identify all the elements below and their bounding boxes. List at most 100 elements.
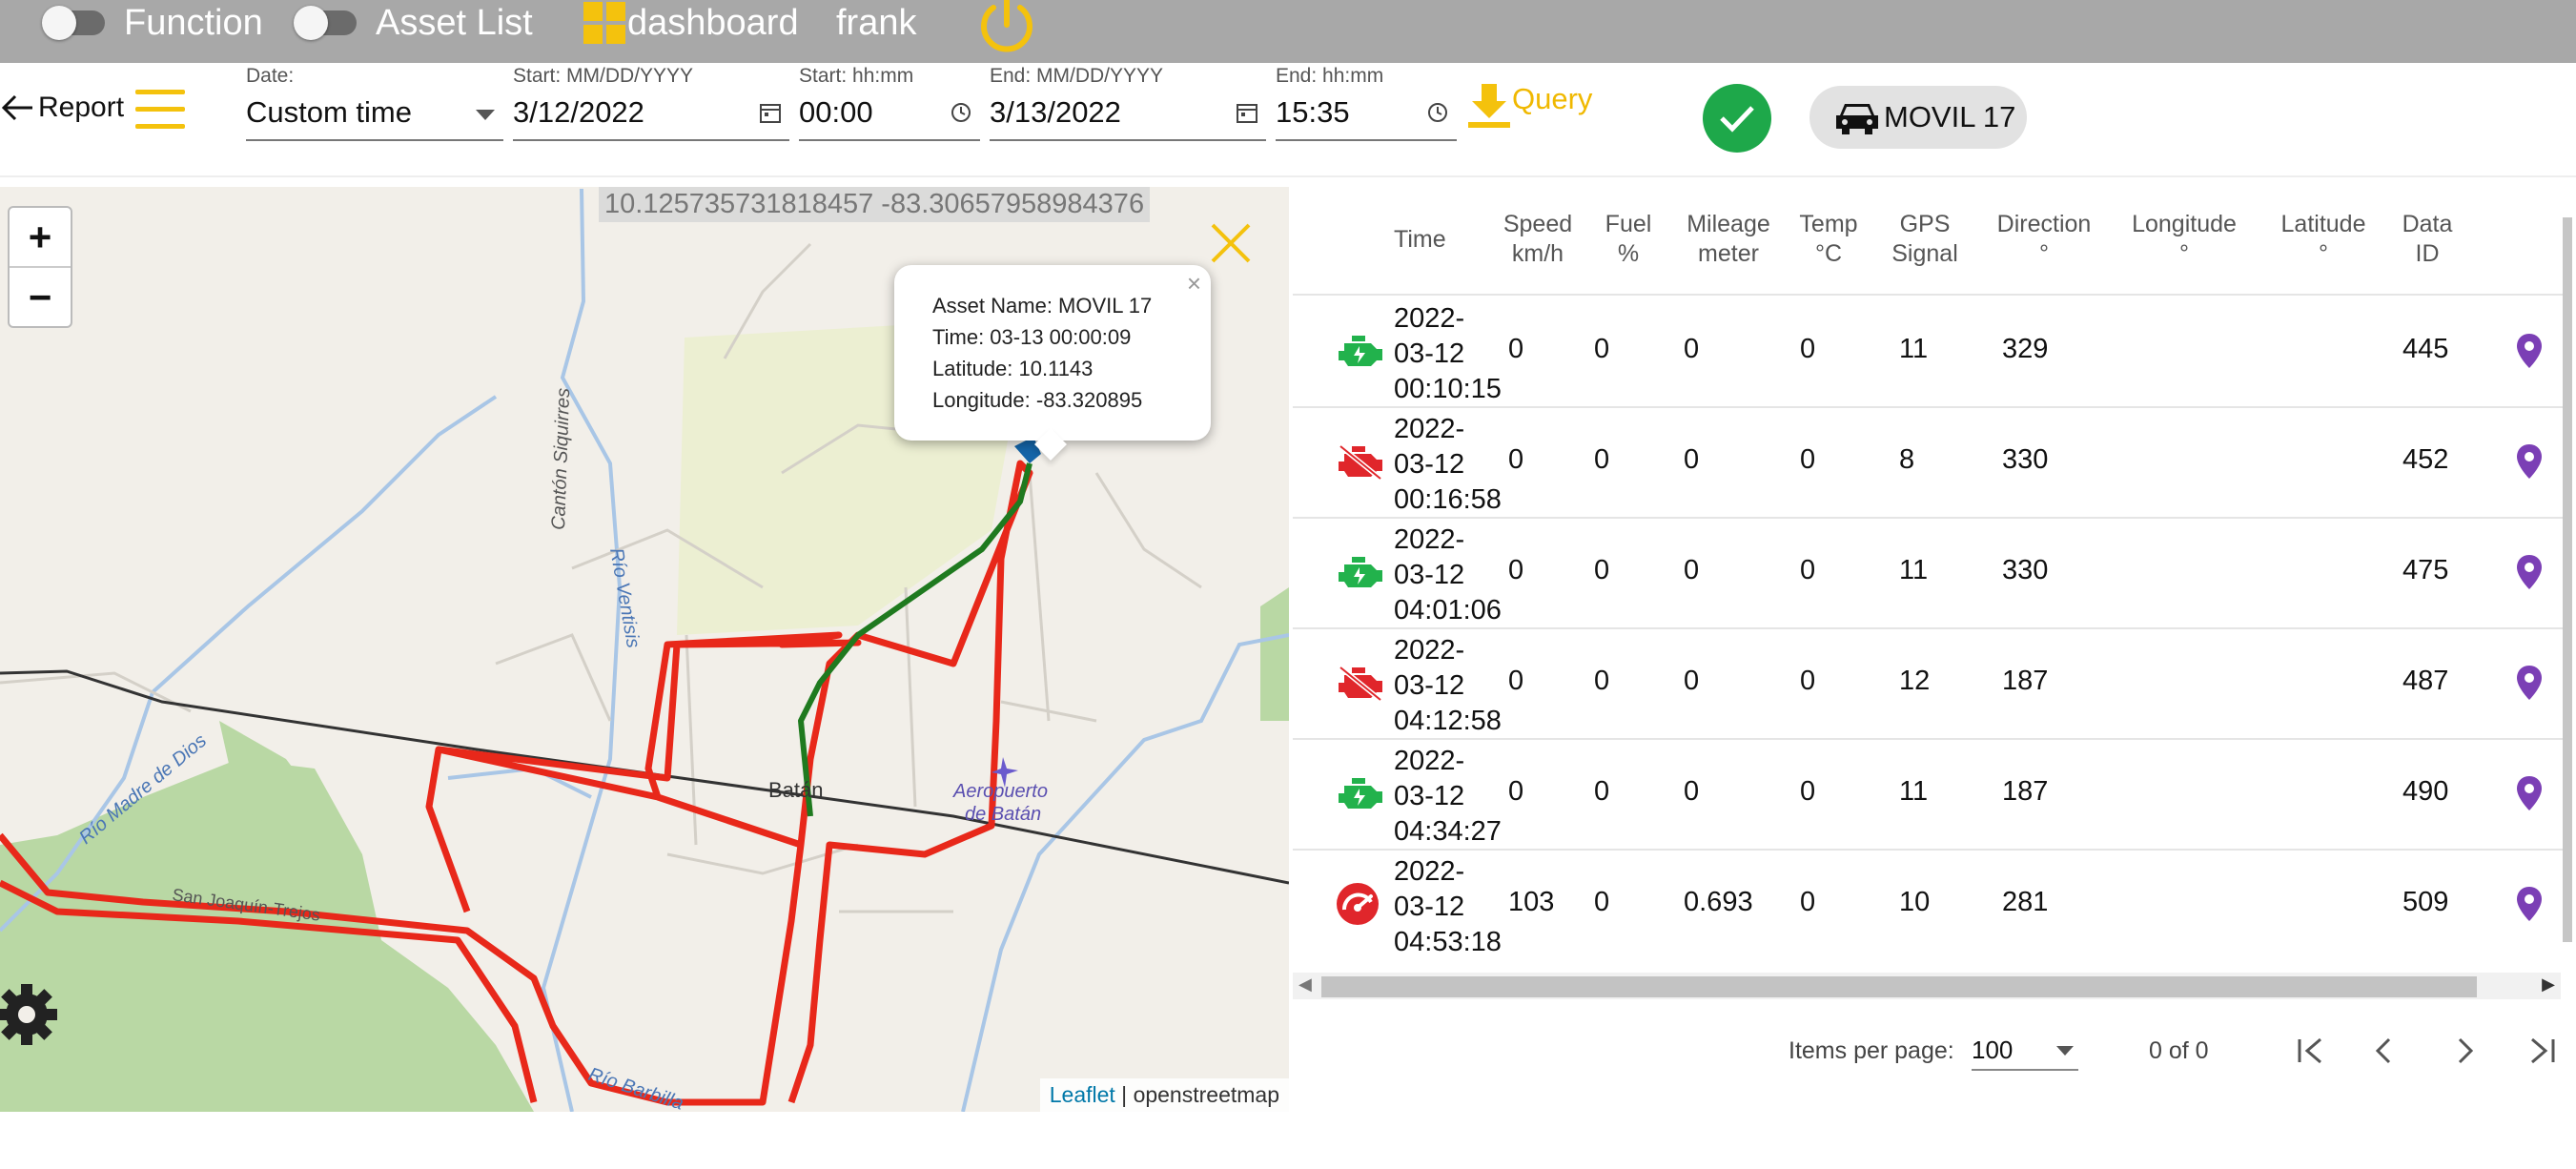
col-mileage[interactable]: Mileage meter bbox=[1676, 210, 1781, 269]
map-label-aeropuerto-2: de Batán bbox=[965, 804, 1041, 825]
scroll-right-arrow-icon[interactable]: ▶ bbox=[2542, 974, 2555, 995]
items-per-page-label: Items per page: bbox=[1789, 1037, 1954, 1064]
attribution-separator: | bbox=[1114, 1082, 1134, 1107]
first-page-icon[interactable] bbox=[2294, 1036, 2328, 1066]
col-speed[interactable]: Speed km/h bbox=[1495, 210, 1581, 269]
row-locate-button[interactable] bbox=[2515, 442, 2544, 485]
zoom-in-button[interactable]: + bbox=[10, 208, 71, 268]
map-view[interactable]: Cantón Siquirres Río Ventisis Río Madre … bbox=[0, 187, 1289, 1112]
location-pin-icon[interactable] bbox=[2515, 442, 2544, 481]
engine-off-icon bbox=[1339, 444, 1382, 481]
time-line: 03-12 bbox=[1394, 560, 1465, 590]
map-popup: × Asset Name: MOVIL 17 Time: 03-13 00:00… bbox=[894, 265, 1211, 461]
clock-icon[interactable] bbox=[1426, 101, 1449, 124]
confirm-button[interactable] bbox=[1703, 84, 1771, 153]
time-line: 04:12:58 bbox=[1394, 706, 1502, 736]
table-horizontal-scrollbar[interactable]: ◀ ▶ bbox=[1293, 973, 2561, 999]
next-page-icon[interactable] bbox=[2450, 1036, 2479, 1066]
time-line: 2022- bbox=[1394, 524, 1465, 555]
col-latitude[interactable]: Latitude ° bbox=[2271, 210, 2376, 269]
location-pin-icon[interactable] bbox=[2515, 332, 2544, 370]
cell-gps: 10 bbox=[1899, 887, 1931, 917]
cell-fuel: 0 bbox=[1594, 776, 1610, 807]
cell-direction: 330 bbox=[2002, 555, 2049, 585]
col-gps[interactable]: GPS Signal bbox=[1882, 210, 1968, 269]
time-line: 03-12 bbox=[1394, 449, 1465, 480]
cell-speed: 0 bbox=[1508, 666, 1524, 696]
table-row[interactable]: 2022- 03-12 04:34:27 0 0 0 0 11 187 490 bbox=[1293, 738, 2570, 851]
power-icon[interactable] bbox=[971, 0, 1043, 59]
report-back-button[interactable]: Report bbox=[0, 92, 124, 124]
menu-icon[interactable] bbox=[133, 86, 187, 133]
row-locate-button[interactable] bbox=[2515, 332, 2544, 375]
table-row[interactable]: 2022- 03-12 04:12:58 0 0 0 0 12 187 487 bbox=[1293, 627, 2570, 740]
time-line: 2022- bbox=[1394, 303, 1465, 334]
cell-mileage: 0.693 bbox=[1684, 887, 1753, 917]
col-data-id[interactable]: Data ID bbox=[2389, 210, 2465, 269]
calendar-icon[interactable] bbox=[759, 101, 782, 124]
location-pin-icon[interactable] bbox=[2515, 664, 2544, 702]
query-button[interactable]: Query bbox=[1466, 82, 1592, 130]
time-line: 03-12 bbox=[1394, 338, 1465, 369]
forest-area bbox=[1260, 587, 1289, 721]
cell-time: 2022- 03-12 00:16:58 bbox=[1394, 412, 1502, 518]
time-line: 00:16:58 bbox=[1394, 484, 1502, 515]
function-label: Function bbox=[124, 2, 263, 43]
row-locate-button[interactable] bbox=[2515, 774, 2544, 817]
cell-data-id: 475 bbox=[2402, 555, 2449, 585]
col-temp[interactable]: Temp °C bbox=[1790, 210, 1867, 269]
date-underline bbox=[246, 139, 503, 141]
table-row[interactable]: 2022- 03-12 04:53:18 103 0 0.693 0 10 281 509 bbox=[1293, 849, 2570, 959]
last-page-icon[interactable] bbox=[2525, 1036, 2559, 1066]
scroll-left-arrow-icon[interactable]: ◀ bbox=[1298, 974, 1312, 995]
table-row[interactable]: 2022- 03-12 00:10:15 0 0 0 0 11 329 445 bbox=[1293, 296, 2570, 408]
col-fuel[interactable]: Fuel% bbox=[1590, 210, 1666, 269]
popup-close-icon[interactable]: × bbox=[1187, 269, 1201, 298]
zoom-out-button[interactable]: − bbox=[10, 268, 71, 326]
previous-page-icon[interactable] bbox=[2370, 1036, 2399, 1066]
osm-link[interactable]: openstreetmap bbox=[1134, 1082, 1279, 1107]
items-per-page-select[interactable]: 100 bbox=[1972, 1036, 2078, 1071]
row-locate-button[interactable] bbox=[2515, 553, 2544, 596]
calendar-icon[interactable] bbox=[1236, 101, 1258, 124]
vehicle-chip[interactable]: MOVIL 17 bbox=[1809, 86, 2027, 149]
clock-icon[interactable] bbox=[950, 101, 972, 124]
cell-fuel: 0 bbox=[1594, 334, 1610, 364]
report-toolbar: Report Date: Custom time Start: MM/DD/YY… bbox=[0, 63, 2576, 177]
leaflet-link[interactable]: Leaflet bbox=[1050, 1082, 1115, 1107]
scroll-thumb[interactable] bbox=[1321, 976, 2477, 997]
function-toggle[interactable]: Function bbox=[42, 0, 263, 46]
cell-temp: 0 bbox=[1800, 555, 1816, 585]
cell-gps: 11 bbox=[1899, 776, 1929, 807]
time-line: 04:53:18 bbox=[1394, 927, 1502, 957]
location-pin-icon[interactable] bbox=[2515, 885, 2544, 923]
close-icon[interactable] bbox=[1209, 221, 1253, 265]
dashboard-link[interactable]: dashboard bbox=[582, 0, 799, 46]
cell-time: 2022- 03-12 00:10:15 bbox=[1394, 301, 1502, 407]
status-icon bbox=[1335, 442, 1386, 485]
col-data-id-unit: ID bbox=[2415, 240, 2440, 267]
location-pin-icon[interactable] bbox=[2515, 553, 2544, 591]
col-longitude[interactable]: Longitude ° bbox=[2122, 210, 2246, 269]
end-time-underline bbox=[1276, 139, 1457, 141]
asset-list-toggle-track[interactable] bbox=[294, 6, 357, 40]
row-locate-button[interactable] bbox=[2515, 664, 2544, 707]
history-table: Time Speed km/h Fuel% Mileage meter Temp °C… bbox=[1293, 187, 2576, 959]
start-time-underline bbox=[799, 139, 980, 141]
table-vertical-scrollbar[interactable] bbox=[2563, 217, 2572, 942]
table-row[interactable]: 2022- 03-12 00:16:58 0 0 0 0 8 330 452 bbox=[1293, 406, 2570, 519]
row-locate-button[interactable] bbox=[2515, 885, 2544, 928]
time-line: 2022- bbox=[1394, 635, 1465, 666]
user-menu[interactable]: frank bbox=[836, 0, 916, 46]
dashboard-label: dashboard bbox=[627, 2, 799, 43]
location-pin-icon[interactable] bbox=[2515, 774, 2544, 812]
function-toggle-track[interactable] bbox=[42, 6, 105, 40]
col-direction[interactable]: Direction ° bbox=[1987, 210, 2101, 269]
col-time[interactable]: Time bbox=[1394, 225, 1446, 255]
cell-mileage: 0 bbox=[1684, 334, 1700, 364]
table-row[interactable]: 2022- 03-12 04:01:06 0 0 0 0 11 330 475 bbox=[1293, 517, 2570, 629]
cell-data-id: 487 bbox=[2402, 666, 2449, 696]
col-direction-unit: ° bbox=[2039, 240, 2049, 267]
map-label-rio-ventisis: Río Ventisis bbox=[605, 546, 644, 649]
asset-list-toggle[interactable]: Asset List bbox=[294, 0, 533, 46]
